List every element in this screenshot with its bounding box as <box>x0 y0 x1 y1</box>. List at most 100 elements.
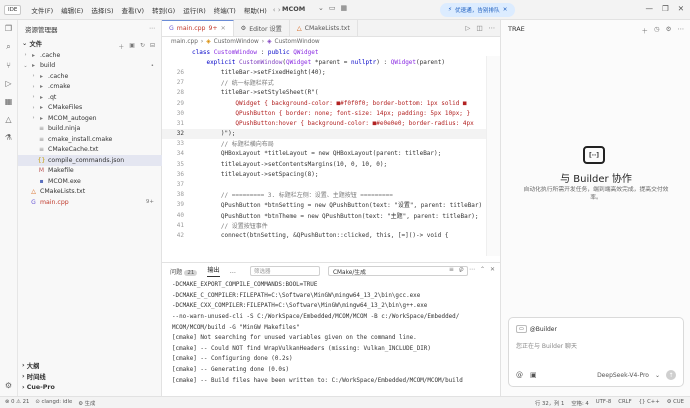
menu-select[interactable]: 选择(S) <box>91 5 113 15</box>
maximize-panel-icon[interactable]: ⌃ <box>480 266 485 273</box>
code-line[interactable]: 32 )"); <box>162 128 500 139</box>
code-line[interactable]: 34 QHBoxLayout *titleLayout = new QHBoxL… <box>162 149 500 159</box>
layout-icon[interactable]: ▭ <box>329 4 336 12</box>
code-line[interactable]: 31 QPushButton:hover { background-color:… <box>162 118 500 128</box>
chevron-down-icon[interactable]: ⌄ <box>318 4 324 12</box>
outline-section[interactable]: › 大纲 <box>18 360 162 371</box>
menu-file[interactable]: 文件(F) <box>31 5 53 15</box>
history-icon[interactable]: ◷ <box>654 25 660 35</box>
code-line[interactable]: 41 // 设置按钮事件 <box>162 220 500 230</box>
code-line[interactable]: 29 QWidget { background-color: ■#f0f0f0;… <box>162 98 500 108</box>
send-icon[interactable]: ↑ <box>666 370 676 380</box>
timeline-section[interactable]: › 时间线 <box>18 371 162 382</box>
tab-output[interactable]: 输出 <box>207 265 220 277</box>
menu-help[interactable]: 帮助(H) <box>244 5 267 15</box>
grid-icon[interactable]: ▦ <box>341 4 348 12</box>
clear-output-icon[interactable]: ⊘ <box>459 266 464 273</box>
builder-mention[interactable]: ▭ @Builder <box>516 325 557 333</box>
code-line[interactable]: 30 QPushButton { border: none; font-size… <box>162 108 500 118</box>
files-icon[interactable]: ❐ <box>5 24 12 33</box>
image-icon[interactable]: ▣ <box>530 371 537 379</box>
code-line[interactable]: 38 // ========= 3. 标题栏左侧：设置、主题按钮 =======… <box>162 190 500 200</box>
code-line[interactable]: 26 titleBar->setFixedHeight(40); <box>162 67 500 77</box>
code-line[interactable]: 36 titleLayout->setSpacing(8); <box>162 169 500 179</box>
model-select[interactable]: DeepSeek-V4-Pro <box>597 372 649 379</box>
tree-item[interactable]: › ▸ .cache <box>18 50 162 61</box>
close-window-button[interactable]: ✕ <box>678 4 684 13</box>
code-line[interactable]: 27 // 统一标题栏样式 <box>162 78 500 88</box>
indent-status[interactable]: 空格: 4 <box>571 399 588 407</box>
new-chat-icon[interactable]: ＋ <box>642 25 649 35</box>
output-channel-select[interactable]: CMake/生成 ⌄ <box>328 266 468 276</box>
split-editor-icon[interactable]: ◫ <box>476 24 482 32</box>
tree-item[interactable]: › ▸ CMakeFiles <box>18 103 162 114</box>
menu-edit[interactable]: 编辑(E) <box>61 5 83 15</box>
chat-input[interactable]: 您正在与 Builder 聊天 <box>516 341 577 350</box>
promo-banner[interactable]: ⚡ 优速通，告别排队 ✕ <box>440 3 516 17</box>
run-debug-icon[interactable]: ▷ <box>5 79 11 88</box>
cursor-position[interactable]: 行 32，列 1 <box>535 399 564 407</box>
extensions-icon[interactable]: ▦ <box>5 97 13 106</box>
maximize-button[interactable]: ❐ <box>662 4 669 13</box>
code-line[interactable]: 37 <box>162 179 500 189</box>
tree-item[interactable]: › ▸ .cmake <box>18 82 162 93</box>
cue-status[interactable]: ⚙ CUE <box>667 399 684 407</box>
tree-item[interactable]: › ▸ MCOM_autogen <box>18 113 162 124</box>
code-line[interactable]: 40 QPushButton *btnTheme = new QPushButt… <box>162 210 500 220</box>
minimap[interactable] <box>486 56 500 256</box>
problems-status[interactable]: ⊗ 0 ⚠ 21 <box>5 399 29 407</box>
eol-status[interactable]: CRLF <box>618 399 631 407</box>
menu-view[interactable]: 查看(V) <box>122 5 145 15</box>
code-area[interactable]: class CustomWindow : public QWidget expl… <box>162 47 500 241</box>
menu-run[interactable]: 运行(R) <box>183 5 206 15</box>
output-log[interactable]: -DCMAKE_EXPORT_COMPILE_COMMANDS:BOOL=TRU… <box>172 280 463 386</box>
tab-more[interactable]: … <box>230 268 236 275</box>
source-control-icon[interactable]: ⑂ <box>6 61 11 70</box>
test-icon[interactable]: ⚗ <box>5 133 12 142</box>
tab-main-cpp[interactable]: G main.cpp 9+ ✕ <box>162 20 234 36</box>
build-status[interactable]: ⚙ 生成 <box>78 399 95 407</box>
close-icon[interactable]: ✕ <box>490 266 495 273</box>
tree-item[interactable]: ≡ cmake_install.cmake <box>18 134 162 145</box>
encoding-status[interactable]: UTF-8 <box>596 399 611 407</box>
chat-input-box[interactable]: ▭ @Builder 您正在与 Builder 聊天 @ ▣ DeepSeek-… <box>508 317 684 387</box>
lock-scroll-icon[interactable]: ≡ <box>449 266 454 273</box>
filter-input[interactable]: 筛选器 <box>250 266 320 276</box>
more-icon[interactable]: ⋯ <box>489 24 496 32</box>
more-icon[interactable]: ⋯ <box>469 266 475 273</box>
search-icon[interactable]: ⌕ <box>6 42 10 52</box>
tree-item[interactable]: › ▸ .qt <box>18 92 162 103</box>
code-line[interactable]: 28 titleBar->setStyleSheet(R"( <box>162 88 500 98</box>
tree-item[interactable]: › ▸ .cache <box>18 71 162 82</box>
code-line[interactable]: 35 titleLayout->setContentsMargins(10, 0… <box>162 159 500 169</box>
tree-item[interactable]: M Makefile <box>18 166 162 177</box>
cmake-icon[interactable]: △ <box>5 115 11 124</box>
close-icon[interactable]: ✕ <box>221 25 226 32</box>
menu-terminal[interactable]: 终端(T) <box>214 5 236 15</box>
tree-item[interactable]: ▪ MCOM.exe <box>18 176 162 187</box>
language-status[interactable]: {} C++ <box>639 399 660 407</box>
tab-editor-settings[interactable]: ⚙ Editor 设置 <box>234 20 290 36</box>
tree-item[interactable]: △ CMakeLists.txt <box>18 187 162 198</box>
at-mention-icon[interactable]: @ <box>516 371 523 379</box>
code-line[interactable]: 42 connect(btnSetting, &QPushButton::cli… <box>162 230 500 240</box>
tree-item[interactable]: Gmain.cpp 9+ <box>18 197 162 208</box>
tab-cmakelists[interactable]: △ CMakeLists.txt <box>290 20 358 36</box>
menu-goto[interactable]: 转到(G) <box>152 5 175 15</box>
more-icon[interactable]: ⋯ <box>149 25 155 32</box>
code-line[interactable]: 33 // 标题栏横向布局 <box>162 139 500 149</box>
chevron-down-icon[interactable]: ⌄ <box>655 372 660 379</box>
tree-item[interactable]: ≡ CMakeCache.txt <box>18 145 162 156</box>
tree-item[interactable]: {} compile_commands.json <box>18 155 162 166</box>
more-icon[interactable]: ⋯ <box>678 25 685 35</box>
close-icon[interactable]: ✕ <box>503 7 508 13</box>
minimize-button[interactable]: — <box>645 4 653 13</box>
nav-arrows-icon[interactable]: ‹ › <box>273 6 281 14</box>
project-title[interactable]: MCOM <box>282 5 305 13</box>
ide-badge[interactable]: IDE <box>4 4 22 15</box>
tree-item[interactable]: ≡ build.ninja <box>18 124 162 135</box>
settings-gear-icon[interactable]: ⚙ <box>5 381 12 390</box>
clangd-status[interactable]: ⊙ clangd: idle <box>35 399 72 407</box>
run-icon[interactable]: ▷ <box>465 24 470 32</box>
tab-problems[interactable]: 问题 21 <box>170 267 198 276</box>
